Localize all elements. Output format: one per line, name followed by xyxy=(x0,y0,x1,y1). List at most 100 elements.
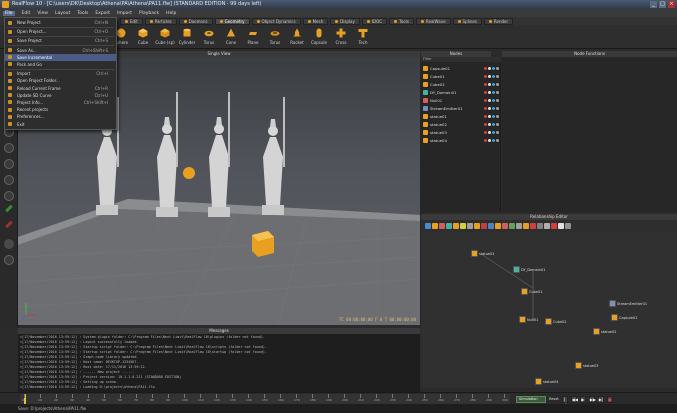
light-tool-icon[interactable] xyxy=(4,191,14,201)
tab-render[interactable]: Render xyxy=(483,17,514,25)
file-menu-item[interactable]: Preferences... xyxy=(5,113,116,120)
frame-tool-icon[interactable] xyxy=(4,175,14,185)
rel-tool-icon[interactable] xyxy=(537,223,543,229)
node-item[interactable]: statue04 xyxy=(423,137,499,144)
rel-tool-icon[interactable] xyxy=(453,223,459,229)
rel-node[interactable]: Capsule01 xyxy=(611,314,637,321)
node-state-icons[interactable] xyxy=(484,107,499,110)
file-menu-item[interactable]: Pack and Go xyxy=(5,61,116,68)
rel-node[interactable]: Cube01 xyxy=(521,288,543,295)
rel-tool-icon[interactable] xyxy=(481,223,487,229)
zoom-tool-icon[interactable] xyxy=(4,143,14,153)
tool-capsule[interactable]: Capsule xyxy=(308,27,330,48)
file-menu-item[interactable]: Update SD Curve Ctrl+U xyxy=(5,92,116,99)
file-menu-item[interactable]: Project Info... Ctrl+Shift+I xyxy=(5,99,116,106)
unlink-tool-icon[interactable] xyxy=(5,220,13,229)
tab-geometry[interactable]: Geometry xyxy=(214,17,250,25)
rel-node[interactable]: DY_Domain01 xyxy=(513,266,545,273)
maximize-button[interactable]: □ xyxy=(659,1,666,8)
tool-rocket[interactable]: Rocket xyxy=(286,27,308,48)
rel-tool-icon[interactable] xyxy=(502,223,508,229)
tool-tech[interactable]: Tech xyxy=(352,27,374,48)
tab-object-dynamics[interactable]: Object Dynamics xyxy=(251,17,301,25)
menu-tools[interactable]: Tools xyxy=(77,11,88,16)
menu-file[interactable]: File xyxy=(3,10,15,16)
minimize-button[interactable]: _ xyxy=(650,1,657,8)
go-start-button[interactable]: |◀ xyxy=(561,395,568,407)
orbit-tool-icon[interactable] xyxy=(4,159,14,169)
node-item[interactable]: Cube01 xyxy=(423,73,499,80)
go-end-button[interactable]: ▶| xyxy=(597,395,604,403)
rel-node[interactable]: statue01 xyxy=(471,250,495,257)
tool-cube-sp[interactable]: Cube (sp) xyxy=(154,27,176,48)
rel-tool-icon[interactable] xyxy=(558,223,564,229)
tool-cube[interactable]: Cube xyxy=(132,27,154,48)
file-menu-item[interactable]: Save Incremental xyxy=(5,53,116,61)
rel-tool-icon[interactable] xyxy=(425,223,431,229)
simulation-mode-select[interactable]: Simulation xyxy=(516,395,546,403)
rel-tool-icon[interactable] xyxy=(509,223,515,229)
node-item[interactable]: Cube02 xyxy=(423,81,499,88)
node-state-icons[interactable] xyxy=(484,123,499,126)
file-menu-item[interactable]: Open Project Folder... xyxy=(5,77,116,84)
node-state-icons[interactable] xyxy=(484,115,499,118)
node-state-icons[interactable] xyxy=(484,131,499,134)
file-menu-item[interactable]: New Project Ctrl+N xyxy=(5,19,116,26)
close-button[interactable]: × xyxy=(668,1,675,8)
menu-edit[interactable]: Edit xyxy=(22,11,31,16)
node-item[interactable]: DY_Domain01 xyxy=(423,89,499,96)
file-menu-item[interactable]: Save Project Ctrl+S xyxy=(5,37,116,44)
file-menu-item[interactable]: Exit xyxy=(5,120,116,127)
tab-splines[interactable]: Splines xyxy=(452,17,482,25)
relationship-graph[interactable]: statue01 DY_Domain01 Cube01 StreamEmitte… xyxy=(421,232,677,388)
file-menu-item[interactable]: Save As... Ctrl+Shift+S xyxy=(5,47,116,54)
menu-view[interactable]: View xyxy=(37,11,48,16)
tab-particles[interactable]: Particles xyxy=(144,17,177,25)
tab-mesh[interactable]: Mesh xyxy=(302,17,329,25)
record-button[interactable]: ● xyxy=(606,395,613,403)
menu-layout[interactable]: Layout xyxy=(55,11,70,16)
rel-node[interactable]: Cube02 xyxy=(545,318,567,325)
node-item[interactable]: statue02 xyxy=(423,121,499,128)
file-menu-item[interactable]: Recent projects xyxy=(5,106,116,113)
file-menu-item[interactable]: Open Project... Ctrl+O xyxy=(5,28,116,35)
tab-daemons[interactable]: Daemons xyxy=(178,17,213,25)
tool-torus[interactable]: Torus xyxy=(198,27,220,48)
tab-edit[interactable]: Edit xyxy=(120,17,143,25)
menu-playback[interactable]: Playback xyxy=(139,11,159,16)
node-state-icons[interactable] xyxy=(484,83,499,86)
node-item[interactable]: statue01 xyxy=(423,113,499,120)
rel-tool-icon[interactable] xyxy=(544,223,550,229)
timeline-ruler[interactable]: 0 10 20 30 40 50 60 70 80 90 100 110 120 130 140 150 160… xyxy=(20,394,510,404)
tool-cross[interactable]: Cross xyxy=(330,27,352,48)
file-menu-item[interactable]: Import Ctrl+I xyxy=(5,70,116,77)
python-tool-icon[interactable] xyxy=(4,239,14,249)
rel-tool-icon[interactable] xyxy=(523,223,529,229)
node-state-icons[interactable] xyxy=(484,99,499,102)
node-item[interactable]: statue03 xyxy=(423,129,499,136)
tool-cone[interactable]: Cone xyxy=(220,27,242,48)
rel-node[interactable]: statue02 xyxy=(593,328,617,335)
reset-button[interactable]: Reset xyxy=(549,397,559,401)
rel-tool-icon[interactable] xyxy=(488,223,494,229)
node-item[interactable]: Null01 xyxy=(423,97,499,104)
step-forward-button[interactable]: ▶▶ xyxy=(588,395,596,403)
menu-export[interactable]: Export xyxy=(95,11,110,16)
rel-tool-icon[interactable] xyxy=(516,223,522,229)
step-back-button[interactable]: ◀◀ xyxy=(570,395,578,403)
tab-display[interactable]: Display xyxy=(330,17,360,25)
menu-import[interactable]: Import xyxy=(117,11,132,16)
rel-tool-icon[interactable] xyxy=(495,223,501,229)
rel-tool-icon[interactable] xyxy=(439,223,445,229)
rel-tool-icon[interactable] xyxy=(467,223,473,229)
rel-tool-icon[interactable] xyxy=(530,223,536,229)
nodes-filter[interactable]: Filter xyxy=(421,57,501,62)
node-state-icons[interactable] xyxy=(484,75,499,78)
tool-torus-2[interactable]: Torus xyxy=(264,27,286,48)
play-button[interactable]: ▶ xyxy=(579,395,586,403)
rel-node[interactable]: Null01 xyxy=(519,316,538,323)
tool-plane[interactable]: Plane xyxy=(242,27,264,48)
rel-node[interactable]: statue04 xyxy=(535,378,559,385)
misc-tool-icon[interactable] xyxy=(4,255,14,265)
rel-node[interactable]: statue03 xyxy=(575,362,599,369)
